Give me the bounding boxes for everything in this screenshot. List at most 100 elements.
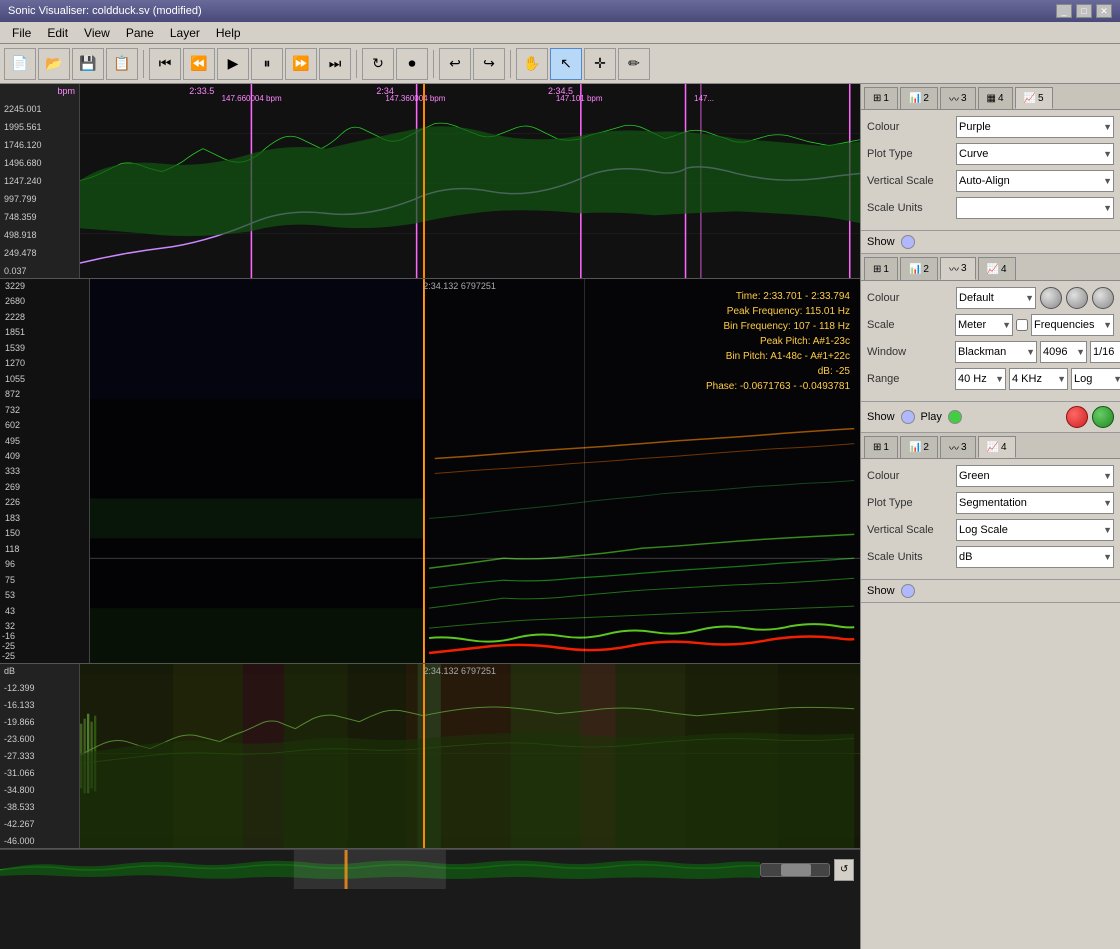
navigate-button[interactable]: ✋ xyxy=(516,48,548,80)
p2-range-high-select[interactable]: 4 KHz 8 KHz 16 KHz 20 KHz xyxy=(1009,368,1068,390)
p2-scale-label: Scale xyxy=(867,319,952,331)
panel3-tab-1[interactable]: ⊞ 1 xyxy=(864,436,898,458)
p2-knob-1[interactable] xyxy=(1040,287,1062,309)
p3-plot-type-row: Plot Type Segmentation Curve Points Line… xyxy=(867,492,1114,514)
overview-pane[interactable]: ↺ xyxy=(0,849,860,889)
spectrogram-canvas[interactable]: 2:34.132 6797251 Time: 2:33.701 - 2:33.7… xyxy=(90,279,860,663)
panel1-tab-5[interactable]: 📈 5 xyxy=(1015,87,1053,109)
panel1-tab-4[interactable]: ▦ 4 xyxy=(978,87,1013,109)
panel2-play-toggle[interactable] xyxy=(948,410,962,424)
panel1-tab-3[interactable]: 〰 3 xyxy=(940,87,976,109)
zoom-out-button[interactable]: ↺ xyxy=(834,859,854,881)
menu-edit[interactable]: Edit xyxy=(39,24,76,42)
p2-window-hop-select[interactable]: 1/16 1/8 1/4 1/2 xyxy=(1090,341,1120,363)
p2-tab1-label: 1 xyxy=(883,264,889,275)
spectrogram-pane[interactable]: 3229 2680 2228 1851 1539 1270 1055 872 7… xyxy=(0,279,860,664)
p2-window-size-select[interactable]: 4096 2048 1024 512 xyxy=(1040,341,1087,363)
fast-fwd-button[interactable]: ⏭ xyxy=(319,48,351,80)
vertical-scale-select[interactable]: Auto-Align Linear Log Scale xyxy=(956,170,1114,192)
db-bottom: -25 xyxy=(2,651,20,661)
freq-96: 96 xyxy=(5,559,87,569)
p2-scale-checkbox[interactable] xyxy=(1016,319,1028,331)
pause-button[interactable]: ⏸ xyxy=(251,48,283,80)
record-button[interactable]: ⏺ xyxy=(396,48,428,80)
plot-type-select[interactable]: Curve Points Lines Stem Segmentation xyxy=(956,143,1114,165)
panel2-show-toggle[interactable] xyxy=(901,410,915,424)
save-button[interactable]: 💾 xyxy=(72,48,104,80)
step-fwd-button[interactable]: ⏩ xyxy=(285,48,317,80)
close-button[interactable]: ✕ xyxy=(1096,4,1112,18)
panel2-tab-4[interactable]: 📈 4 xyxy=(978,257,1016,280)
p2-knob-2[interactable] xyxy=(1066,287,1088,309)
panel1-show-toggle[interactable] xyxy=(901,235,915,249)
select-button[interactable]: ↖ xyxy=(550,48,582,80)
play-button[interactable]: ▶ xyxy=(217,48,249,80)
p2-scale-select[interactable]: Meter dB Linear xyxy=(955,314,1013,336)
undo-button[interactable]: ↩ xyxy=(439,48,471,80)
p3-scale-units-select[interactable]: dB Hz bpm xyxy=(956,546,1114,568)
rewind-button[interactable]: ⏮ xyxy=(149,48,181,80)
p2-knob-3[interactable] xyxy=(1092,287,1114,309)
p2-range-scale-wrap: Log Linear ▼ xyxy=(1071,368,1120,390)
freq-183: 183 xyxy=(5,513,87,523)
p2-range-low-select[interactable]: 40 Hz 20 Hz 10 Hz xyxy=(955,368,1006,390)
rms-canvas[interactable]: 2:34.132 6797251 xyxy=(80,664,860,848)
overview-canvas[interactable] xyxy=(0,850,760,889)
scrollbar[interactable] xyxy=(760,863,830,877)
menu-help[interactable]: Help xyxy=(208,24,249,42)
vertical-scale-label: Vertical Scale xyxy=(867,175,952,187)
scrollbar-thumb[interactable] xyxy=(781,864,811,876)
maximize-button[interactable]: □ xyxy=(1076,4,1092,18)
panel2-tab-2[interactable]: 📊 2 xyxy=(900,257,938,280)
p3-vertical-scale-wrap: Log Scale Linear Auto-Align ▼ xyxy=(956,519,1114,541)
minimize-button[interactable]: _ xyxy=(1056,4,1072,18)
redo-button[interactable]: ↪ xyxy=(473,48,505,80)
rms-val-8: -38.533 xyxy=(4,802,75,812)
p2-colour-select[interactable]: Default White Red Green xyxy=(956,287,1036,309)
move-button[interactable]: ✛ xyxy=(584,48,616,80)
panel3-tab-3[interactable]: 〰 3 xyxy=(940,436,976,458)
save-as-button[interactable]: 📋 xyxy=(106,48,138,80)
sep2 xyxy=(356,50,357,78)
tab3-icon: 〰 xyxy=(949,91,959,106)
panel3-tabs: ⊞ 1 📊 2 〰 3 📈 4 xyxy=(861,433,1120,459)
panel3-show-toggle[interactable] xyxy=(901,584,915,598)
window-controls[interactable]: _ □ ✕ xyxy=(1056,4,1112,18)
step-back-button[interactable]: ⏪ xyxy=(183,48,215,80)
panel2-tab-1[interactable]: ⊞ 1 xyxy=(864,257,898,280)
new-button[interactable]: 📄 xyxy=(4,48,36,80)
colour-select[interactable]: Purple Red Green Blue xyxy=(956,116,1114,138)
draw-button[interactable]: ✏ xyxy=(618,48,650,80)
p3-plot-type-label: Plot Type xyxy=(867,497,952,509)
p3-colour-wrap: Green Red Blue Black Default ▼ xyxy=(956,465,1114,487)
menu-pane[interactable]: Pane xyxy=(118,24,162,42)
panel3-tab-2[interactable]: 📊 2 xyxy=(900,436,938,458)
p2-range-scale-select[interactable]: Log Linear xyxy=(1071,368,1120,390)
overview-controls: ↺ xyxy=(760,859,860,881)
p3-colour-select[interactable]: Green Red Blue Black Default xyxy=(956,465,1114,487)
menu-view[interactable]: View xyxy=(76,24,118,42)
rms-pane[interactable]: dB -12.399 -16.133 -19.866 -23.600 -27.3… xyxy=(0,664,860,849)
p2-tab4-label: 4 xyxy=(1001,264,1007,275)
rms-time-label: 2:34.132 6797251 xyxy=(423,666,496,676)
play-knob-2[interactable] xyxy=(1092,406,1114,428)
panel3-tab-4[interactable]: 📈 4 xyxy=(978,436,1016,458)
p2-window-select[interactable]: Blackman Hanning Hamming Rectangular xyxy=(955,341,1037,363)
waveform-canvas[interactable]: 2:33.5 2:34 2:34.5 147.660004 bpm 147.36… xyxy=(80,84,860,278)
p2-freq-select[interactable]: Frequencies All Bins xyxy=(1031,314,1114,336)
menu-layer[interactable]: Layer xyxy=(162,24,208,42)
panel1-tab-1[interactable]: ⊞ 1 xyxy=(864,87,898,109)
scale-units-select[interactable]: bpm Hz xyxy=(956,197,1114,219)
menu-file[interactable]: File xyxy=(4,24,39,42)
waveform-pane[interactable]: bpm 2245.001 1995.561 1746.120 1496.680 … xyxy=(0,84,860,279)
p3-plot-type-select[interactable]: Segmentation Curve Points Lines xyxy=(956,492,1114,514)
window-title: Sonic Visualiser: coldduck.sv (modified) xyxy=(8,5,202,17)
panel2-tab-3[interactable]: 〰 3 xyxy=(940,257,976,280)
play-knob-1[interactable] xyxy=(1066,406,1088,428)
panel1-tab-2[interactable]: 📊 2 xyxy=(900,87,938,109)
loop-button[interactable]: ↻ xyxy=(362,48,394,80)
open-button[interactable]: 📂 xyxy=(38,48,70,80)
p3-vertical-scale-select[interactable]: Log Scale Linear Auto-Align xyxy=(956,519,1114,541)
p3-vertical-scale-row: Vertical Scale Log Scale Linear Auto-Ali… xyxy=(867,519,1114,541)
tab4-label: 4 xyxy=(998,93,1004,104)
